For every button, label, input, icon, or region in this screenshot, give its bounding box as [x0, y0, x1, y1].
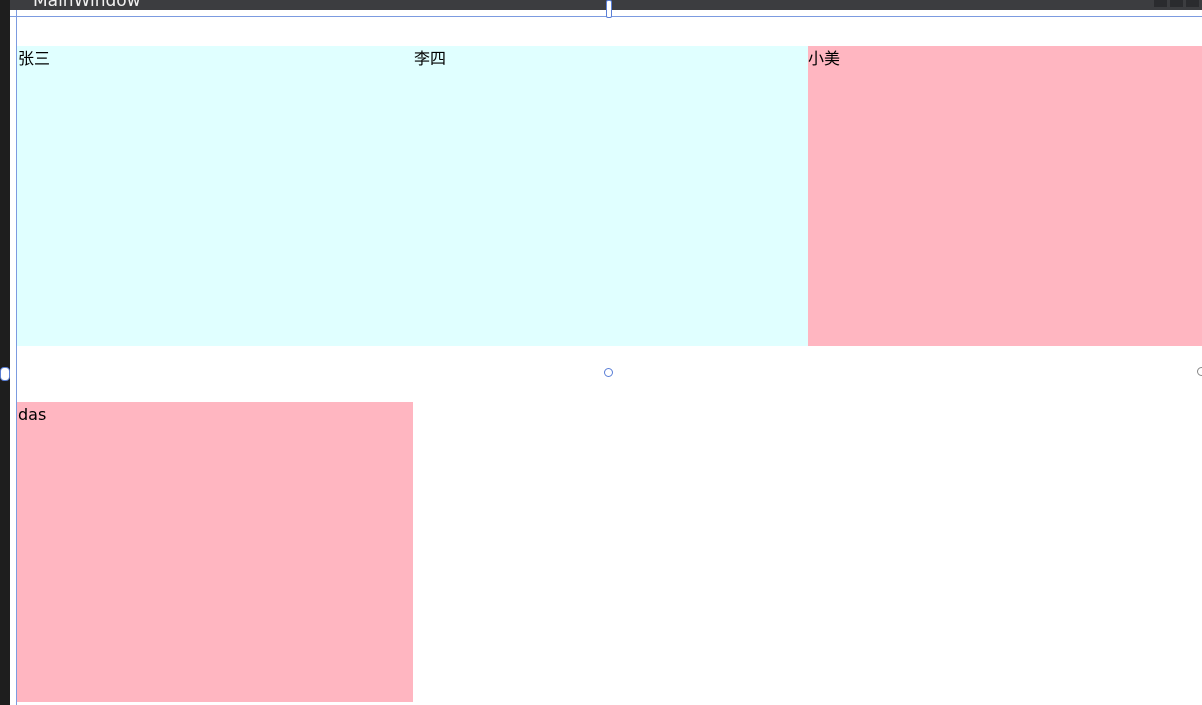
- grid-cell-label: 李四: [414, 49, 447, 68]
- grid-cell-lisi[interactable]: 李四: [413, 46, 808, 346]
- window-title: MainWindow: [33, 0, 141, 10]
- grid-cell-xiaomei[interactable]: 小美: [808, 46, 1202, 346]
- close-icon[interactable]: [1186, 0, 1199, 7]
- row-resize-handle[interactable]: [604, 368, 613, 377]
- grid-cell-zhangsan[interactable]: 张三: [17, 46, 413, 346]
- editor-left-strip: [0, 0, 10, 705]
- minimize-icon[interactable]: [1154, 0, 1167, 7]
- grid-cell-label: 张三: [18, 49, 51, 68]
- grid-cell-label: 小美: [808, 49, 841, 68]
- grid-cell-das[interactable]: das: [17, 402, 413, 702]
- maximize-icon[interactable]: [1170, 0, 1183, 7]
- design-canvas[interactable]: 张三 李四 小美 das: [0, 0, 1202, 705]
- column-resize-handle[interactable]: [606, 0, 612, 18]
- grid-cell-label: das: [18, 405, 47, 424]
- link-icon[interactable]: [0, 367, 10, 381]
- right-anchor-handle[interactable]: [1197, 367, 1202, 376]
